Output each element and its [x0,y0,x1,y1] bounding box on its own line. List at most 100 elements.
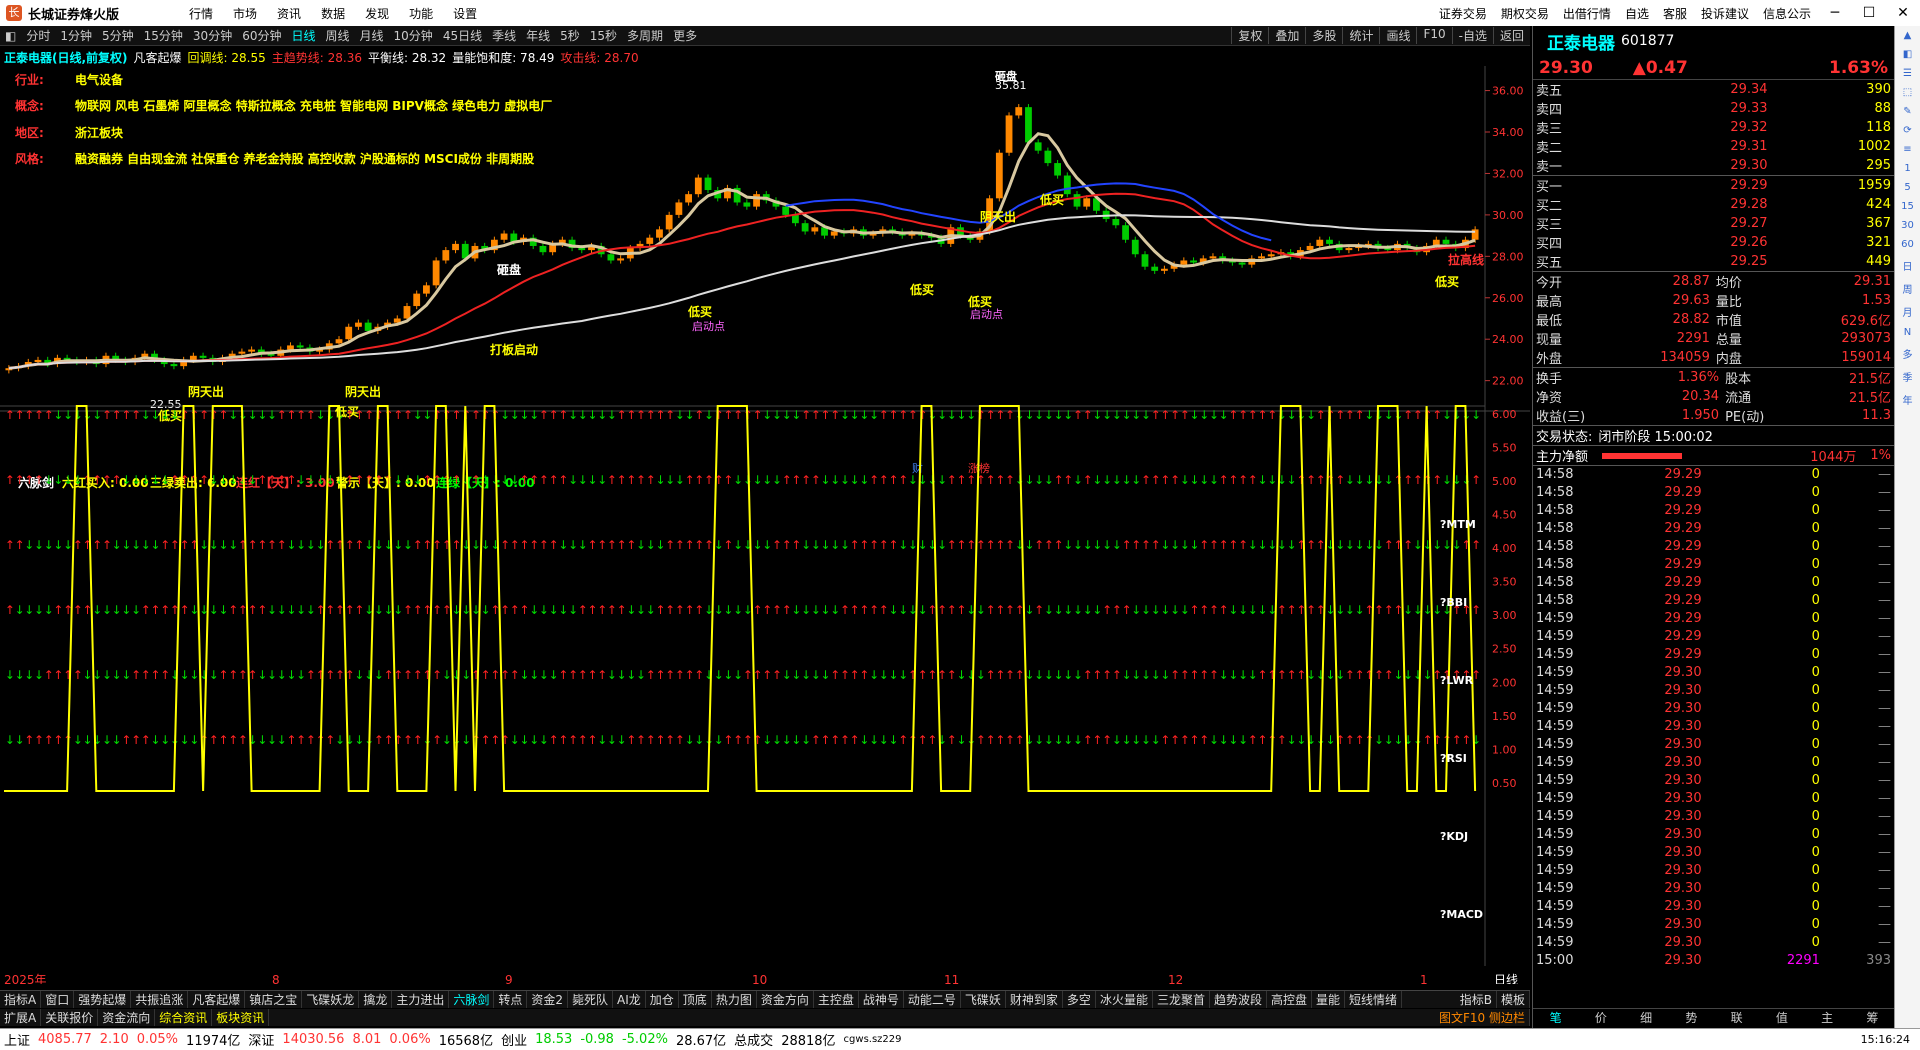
menu-item[interactable]: 资讯 [277,5,301,22]
sidebar-period[interactable]: N [1904,327,1911,338]
sidebar-period[interactable]: 月 [1903,304,1913,319]
indicator-b-tab[interactable]: 指标B [1456,991,1497,1008]
period-item[interactable]: 30分钟 [193,27,232,44]
indicator-tab[interactable]: 强势起爆 [74,991,132,1008]
sidebar-period[interactable]: 15 [1901,201,1914,212]
sidebar-tool-icon[interactable]: ▲ [1904,30,1912,41]
menu-option[interactable]: 期权交易 [1501,5,1549,22]
indicator-tab[interactable]: 主力进出 [392,991,450,1008]
period-item[interactable]: 10分钟 [394,27,433,44]
period-item[interactable]: 60分钟 [242,27,281,44]
menu-complaint[interactable]: 投诉建议 [1701,5,1749,22]
period-item[interactable]: 5秒 [560,27,580,44]
sidebar-period[interactable]: 60 [1901,239,1914,250]
minimize-icon[interactable]: ─ [1818,5,1852,21]
sidebar-tool-icon[interactable]: ≡ [1903,144,1911,155]
tool-back[interactable]: 返回 [1492,27,1530,44]
period-item[interactable]: 5分钟 [102,27,134,44]
close-icon[interactable]: ✕ [1886,5,1920,21]
menu-trade[interactable]: 证券交易 [1439,5,1487,22]
period-item[interactable]: 周线 [326,27,350,44]
sidebar-period[interactable]: 5 [1904,182,1910,193]
indicator-tab[interactable]: 热力图 [712,991,757,1008]
sidebar-tool-icon[interactable]: ◧ [1903,49,1912,60]
menu-item[interactable]: 发现 [365,5,389,22]
order-row[interactable]: 买二 29.28 424 [1533,195,1894,214]
period-item[interactable]: 多周期 [627,27,663,44]
indicator-tab[interactable]: 窗口 [41,991,75,1008]
indicator-tab[interactable]: 多空 [1063,991,1096,1008]
maximize-icon[interactable]: ☐ [1852,5,1886,21]
panel-tab[interactable]: 筹 [1850,1009,1895,1028]
indicator-tab[interactable]: 顶底 [679,991,712,1008]
sidebar-period[interactable]: 年 [1903,392,1913,407]
indicator-tab[interactable]: 加仓 [646,991,679,1008]
menu-lend[interactable]: 出借行情 [1563,5,1611,22]
sidebar-period[interactable]: 30 [1901,220,1914,231]
period-item-active[interactable]: 日线 [291,27,315,44]
menu-watchlist[interactable]: 自选 [1625,5,1649,22]
indicator-name[interactable]: 凡客起爆 [134,49,182,66]
kline-chart[interactable]: 行业: 电气设备 概念: 物联网 风电 石墨烯 阿里概念 特斯拉概念 充电桩 智… [0,66,1530,984]
indicator-tab[interactable]: 镇店之宝 [245,991,303,1008]
panel-tab[interactable]: 主 [1805,1009,1850,1028]
indicator-tab[interactable]: 毙死队 [568,991,614,1008]
sidebar-tool-icon[interactable]: ✎ [1903,106,1911,117]
menu-item[interactable]: 功能 [409,5,433,22]
order-row[interactable]: 买三 29.27 367 [1533,214,1894,233]
order-row[interactable]: 卖二 29.31 1002 [1533,137,1894,156]
period-item[interactable]: 年线 [526,27,550,44]
indicator-tab[interactable]: 六脉剑 [449,991,495,1008]
order-row[interactable]: 卖四 29.33 88 [1533,99,1894,118]
sidebar-tool-icon[interactable]: ⬚ [1903,87,1912,98]
menu-service[interactable]: 客服 [1663,5,1687,22]
indicator-tab[interactable]: AI龙 [613,991,646,1008]
sh-label[interactable]: 上证 [4,1030,30,1049]
indicator-tab[interactable]: 飞碟妖 [961,991,1006,1008]
period-item[interactable]: 更多 [673,27,697,44]
sidebar-period[interactable]: 1 [1904,163,1910,174]
tool-watch[interactable]: -自选 [1451,27,1493,44]
f10-sidebar-toggle[interactable]: 图文F10 侧边栏 [1435,1009,1530,1026]
period-item[interactable]: 季线 [492,27,516,44]
sz-label[interactable]: 深证 [248,1030,274,1049]
period-item[interactable]: 1分钟 [60,27,92,44]
menu-item[interactable]: 市场 [233,5,257,22]
tool-stats[interactable]: 统计 [1342,27,1379,44]
sidebar-period[interactable]: 季 [1903,369,1913,384]
menu-item[interactable]: 设置 [453,5,477,22]
order-row[interactable]: 卖三 29.32 118 [1533,118,1894,137]
panel-tab[interactable]: 细 [1624,1009,1669,1028]
period-item[interactable]: 月线 [360,27,384,44]
ext-tab[interactable]: 关联报价 [41,1009,99,1026]
indicator-tab[interactable]: 高控盘 [1267,991,1312,1008]
ext-tab[interactable]: 资金流向 [98,1009,156,1026]
sidebar-period[interactable]: 周 [1903,281,1913,296]
period-item[interactable]: 分时 [26,27,50,44]
indicator-tab[interactable]: 擒龙 [359,991,393,1008]
indicator-tab[interactable]: 共振追涨 [131,991,189,1008]
indicator-tab[interactable]: 主控盘 [814,991,859,1008]
indicator-tab[interactable]: 指标A [0,991,42,1008]
template-tab[interactable]: 模板 [1497,991,1530,1008]
order-row[interactable]: 卖一 29.30 295 [1533,156,1894,175]
indicator-tab[interactable]: 趋势波段 [1210,991,1267,1008]
indicator-tab[interactable]: 财神到家 [1006,991,1063,1008]
tool-restore[interactable]: 复权 [1231,27,1268,44]
panel-tab[interactable]: 联 [1714,1009,1759,1028]
indicator-tab[interactable]: 短线情绪 [1345,991,1403,1008]
indicator-tab[interactable]: 量能 [1312,991,1346,1008]
order-row[interactable]: 买一 29.29 1959 [1533,176,1894,195]
sidebar-period[interactable]: 日 [1903,258,1913,273]
ext-tab[interactable]: 综合资讯 [155,1009,213,1026]
menu-info[interactable]: 信息公示 [1763,5,1811,22]
period-item[interactable]: 45日线 [443,27,482,44]
panel-tab[interactable]: 价 [1578,1009,1623,1028]
order-row[interactable]: 卖五 29.34 390 [1533,80,1894,99]
panel-tab[interactable]: 笔 [1533,1009,1578,1028]
tool-overlay[interactable]: 叠加 [1268,27,1305,44]
indicator-tab[interactable]: 冰火量能 [1096,991,1153,1008]
panel-tab[interactable]: 势 [1669,1009,1714,1028]
tool-draw[interactable]: 画线 [1379,27,1416,44]
sidebar-tool-icon[interactable]: ☰ [1903,68,1912,79]
